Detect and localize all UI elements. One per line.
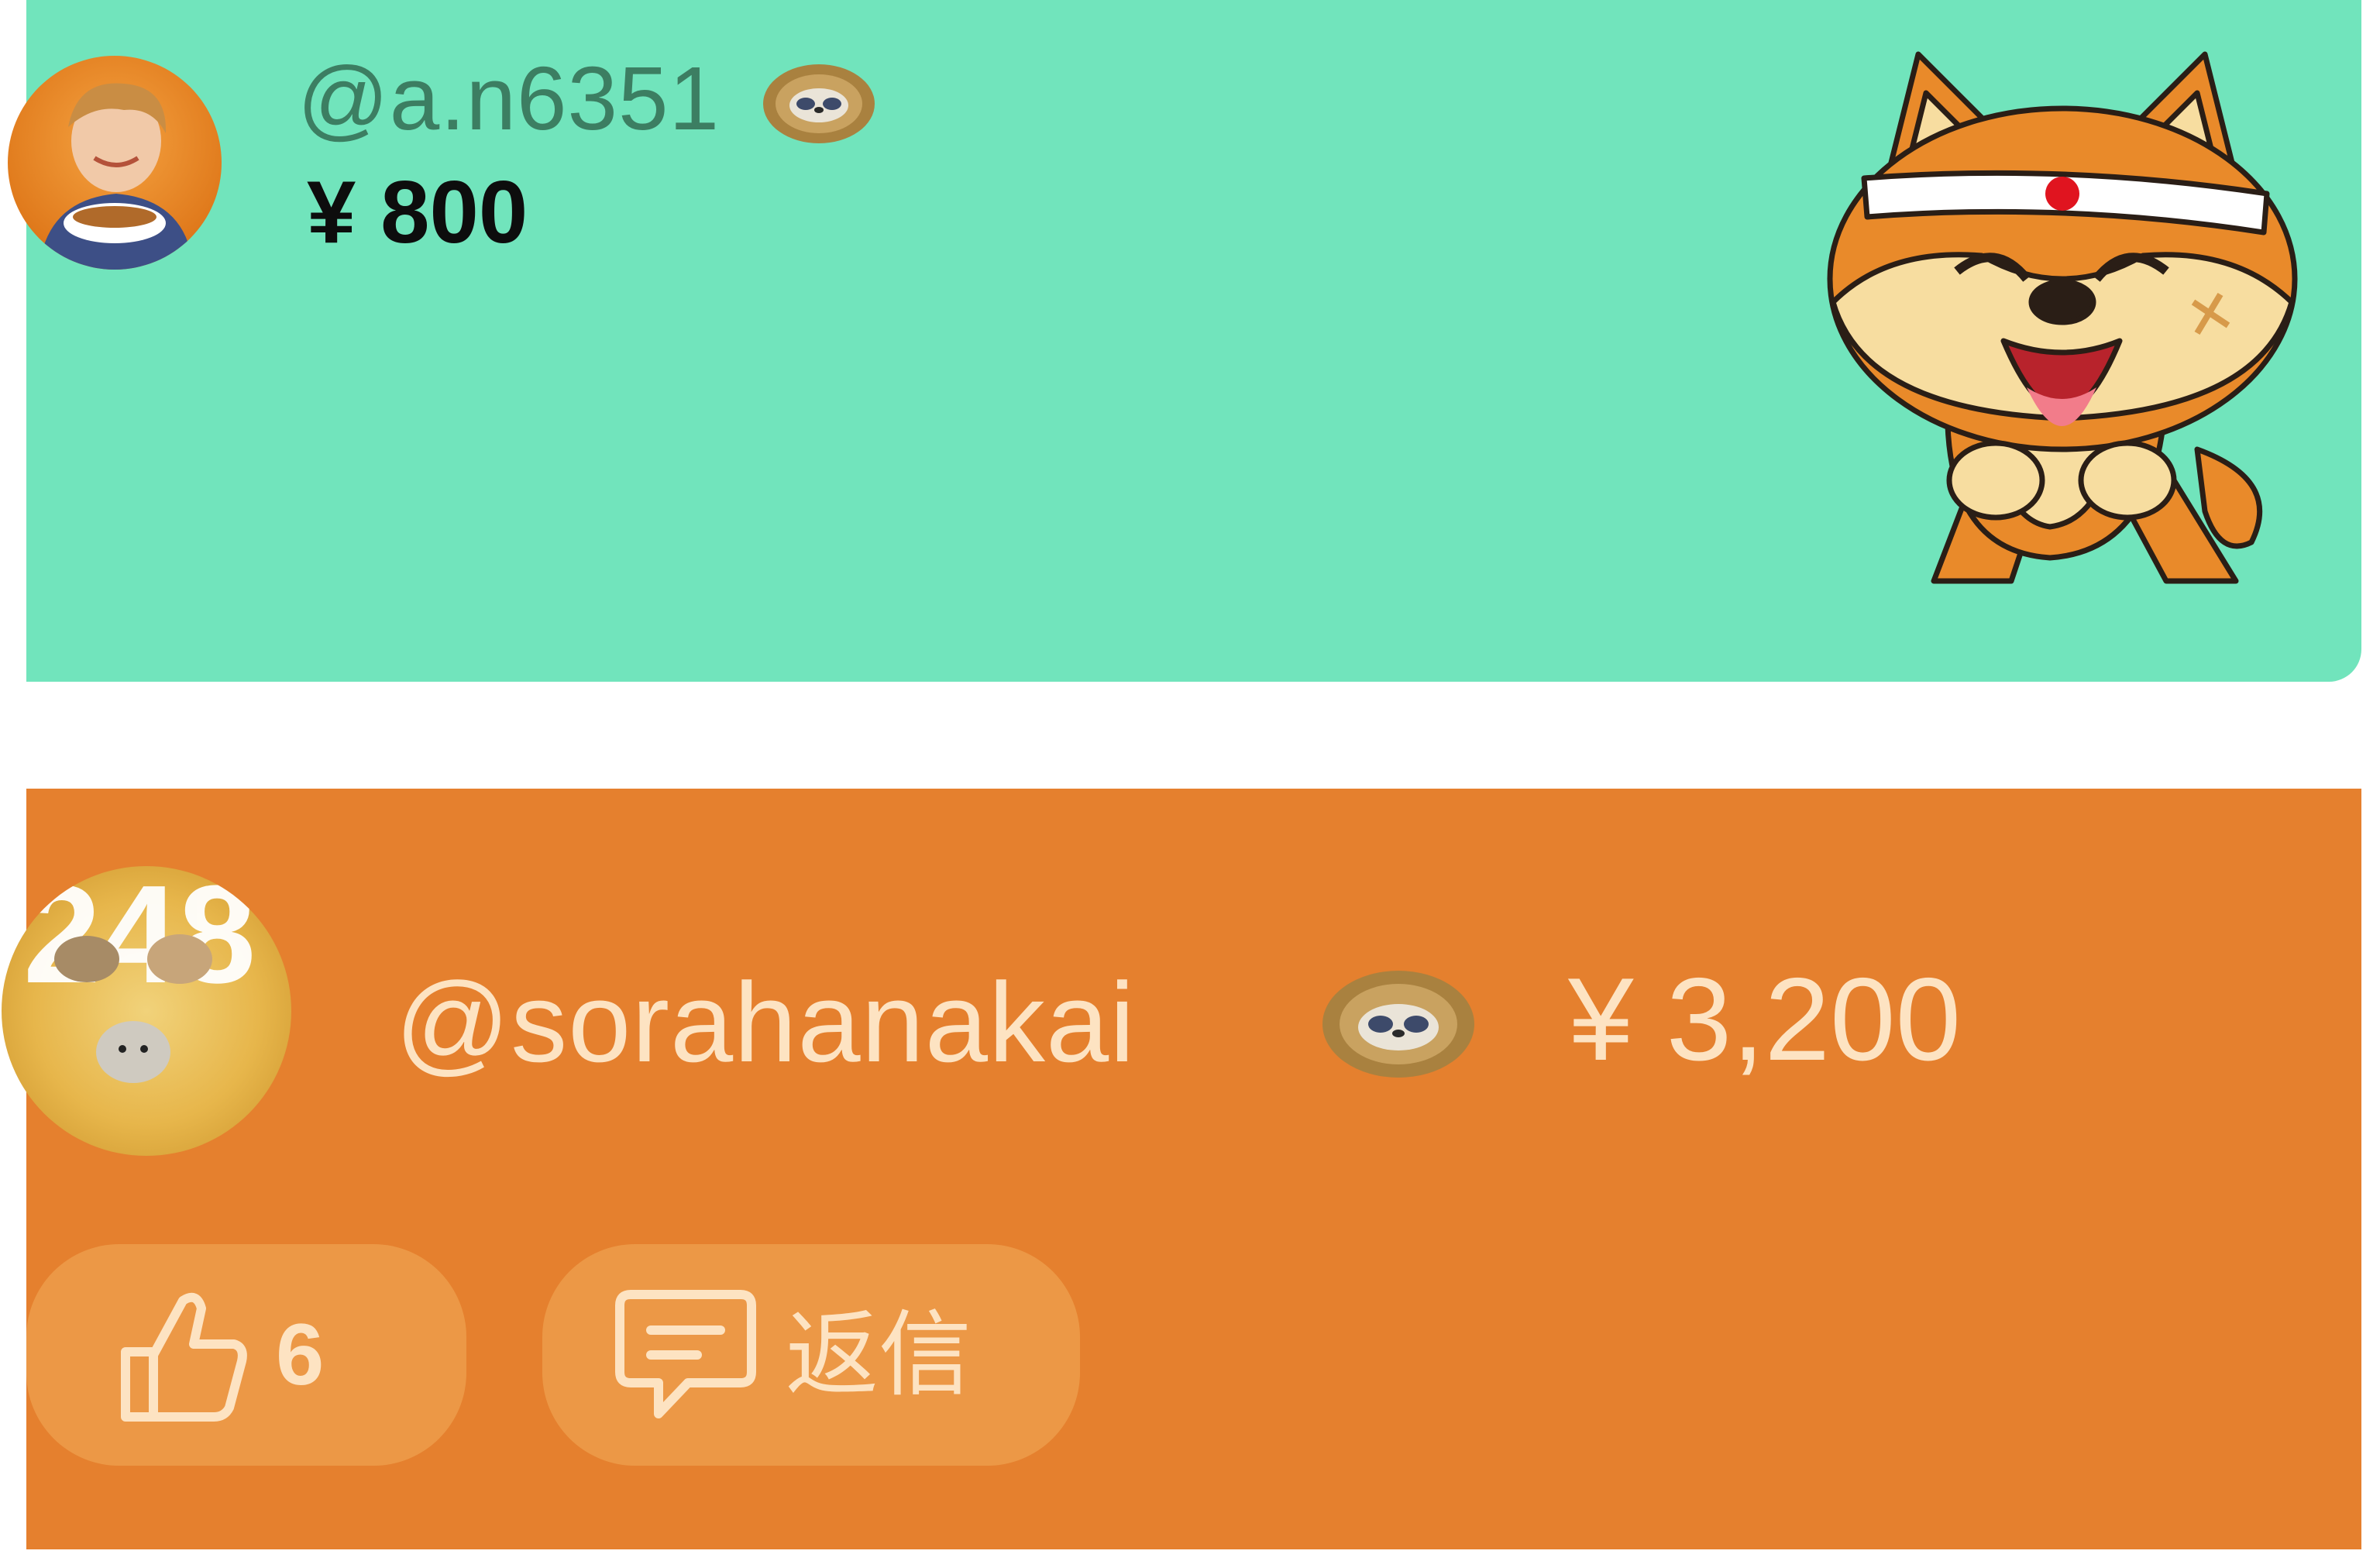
avatar-248-icon: 248 — [23, 866, 256, 1083]
like-button[interactable]: 6 — [26, 1244, 466, 1466]
sloth-badge-icon — [1322, 970, 1475, 1078]
user-avatar[interactable] — [8, 56, 222, 270]
superchat-amount: ¥ 3,200 — [1568, 954, 1962, 1085]
reply-label: 返信 — [786, 1303, 972, 1407]
reply-comment-icon — [615, 1290, 756, 1418]
comment-username[interactable]: @sorahanakai — [395, 961, 1136, 1085]
sloth-badge-icon — [762, 64, 875, 144]
reply-button[interactable]: 返信 — [542, 1244, 1080, 1466]
superchat-amount: ¥ 800 — [307, 163, 528, 262]
shiba-dog-sticker — [1802, 46, 2313, 604]
avatar-photo-icon — [39, 83, 194, 270]
thumbs-up-icon — [121, 1292, 247, 1422]
user-avatar[interactable]: 248 — [2, 866, 291, 1156]
like-count: 6 — [276, 1306, 325, 1403]
comment-username[interactable]: @a.n6351 — [298, 48, 720, 149]
